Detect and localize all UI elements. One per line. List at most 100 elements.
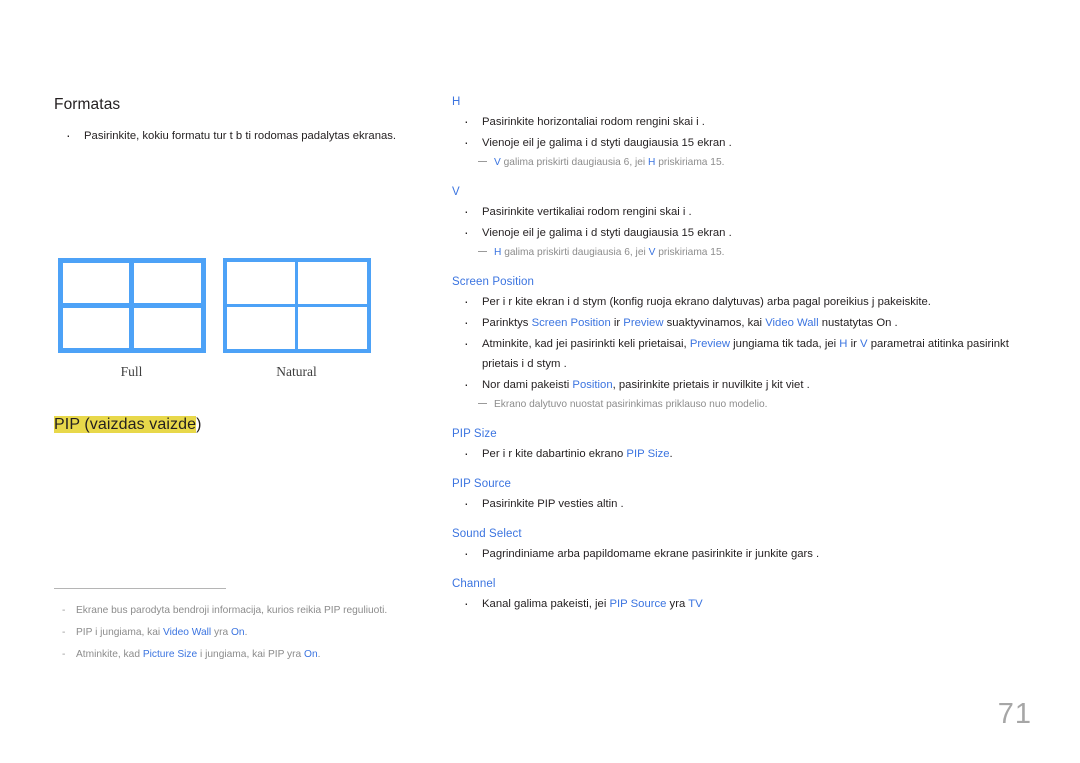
text-run: suaktyvinamos, kai: [663, 317, 766, 329]
text-run: priskiriama 15.: [655, 247, 725, 258]
text-run[interactable]: PIP Size: [626, 448, 669, 460]
footnote-divider: [54, 588, 226, 589]
screen-cell: [298, 262, 367, 304]
text-run[interactable]: Video Wall: [765, 317, 818, 329]
screen-cell: [298, 307, 367, 349]
sub-note: Ekrano dalytuvo nuostat pasirinkimas pri…: [452, 396, 1038, 414]
section-heading[interactable]: Channel: [452, 578, 1038, 590]
text-run: PIP i jungiama, kai: [76, 627, 164, 638]
text-run[interactable]: Preview: [690, 338, 730, 350]
screen-cell: [134, 308, 201, 348]
footnote-list: Ekrane bus parodyta bendroji informacija…: [54, 600, 394, 666]
section-heading[interactable]: H: [452, 96, 1038, 108]
text-run: Ekrano dalytuvo nuostat pasirinkimas pri…: [494, 399, 768, 410]
text-run: yra: [666, 598, 689, 610]
text-run[interactable]: Screen Position: [532, 317, 611, 329]
diagram-full: Full: [54, 258, 209, 380]
screen-cell: [226, 262, 295, 304]
bullet-item: Pagrindiniame arba papildomame ekrane pa…: [452, 543, 1038, 564]
text-run[interactable]: Video Wall: [163, 627, 211, 638]
section-heading[interactable]: Sound Select: [452, 528, 1038, 540]
bullet-item: Vienoje eil je galima i d styti daugiaus…: [452, 222, 1038, 243]
text-run: nustatytas On .: [818, 317, 898, 329]
format-bullet-list: Pasirinkite, kokiu formatu tur t b ti ro…: [54, 125, 434, 146]
text-run[interactable]: Picture Size: [143, 649, 197, 660]
text-run: galima priskirti daugiausia 6, jei: [500, 157, 649, 168]
text-run: Kanal galima pakeisti, jei: [482, 598, 610, 610]
bullet-item: Pasirinkite horizontaliai rodom rengini …: [452, 111, 1038, 132]
text-run[interactable]: On: [231, 627, 245, 638]
pip-section-heading: PIP (vaizdas vaizde): [54, 414, 202, 436]
text-run: Per i r kite ekran i d stym (konfig ruoj…: [482, 296, 931, 308]
diagram-caption: Full: [120, 364, 143, 379]
bullet-item: Atminkite, kad jei pasirinkti keli priet…: [452, 333, 1038, 374]
pip-heading-tail: ): [196, 416, 202, 433]
bullet-list: Per i r kite ekran i d stym (konfig ruoj…: [452, 291, 1038, 395]
footnote-item: Atminkite, kad Picture Size i jungiama, …: [54, 644, 394, 666]
screen-format-diagrams: Full Natural: [54, 258, 374, 380]
text-run: Per i r kite dabartinio ekrano: [482, 448, 627, 460]
pip-heading-highlight: PIP (vaizdas vaizde: [54, 416, 197, 433]
text-run[interactable]: TV: [688, 598, 702, 610]
page-number: 71: [997, 698, 1032, 730]
footnote-block: Ekrane bus parodyta bendroji informacija…: [54, 588, 394, 666]
footnote-item: Ekrane bus parodyta bendroji informacija…: [54, 600, 394, 622]
screen-cell: [226, 307, 295, 349]
bullet-item: Pasirinkite vertikaliai rodom rengini sk…: [452, 201, 1038, 222]
text-run: ir: [847, 338, 861, 350]
right-column: H Pasirinkite horizontaliai rodom rengini…: [452, 96, 1038, 615]
screen-cell: [134, 263, 201, 303]
bullet-item: Vienoje eil je galima i d styti daugiaus…: [452, 132, 1038, 153]
text-run: .: [244, 627, 248, 638]
bullet-item: Per i r kite dabartinio ekrano PIP Size.: [452, 443, 1038, 464]
text-run: , pasirinkite prietais ir nuvilkite j ki…: [612, 379, 810, 391]
left-column: Formatas Pasirinkite, kokiu formatu tur …: [54, 96, 434, 147]
text-run: i jungiama, kai PIP yra: [197, 649, 305, 660]
footnote-item: PIP i jungiama, kai Video Wall yra On.: [54, 622, 394, 644]
screen-cell: [62, 263, 129, 303]
section-heading[interactable]: Screen Position: [452, 276, 1038, 288]
bullet-item: Parinktys Screen Position ir Preview sua…: [452, 312, 1038, 333]
text-run: galima priskirti daugiausia 6, jei: [501, 247, 649, 258]
sub-note: H galima priskirti daugiausia 6, jei V p…: [452, 244, 1038, 262]
text-run: Parinktys: [482, 317, 532, 329]
bullet-list: Kanal galima pakeisti, jei PIP Source yr…: [452, 593, 1038, 614]
screen-cell: [62, 308, 129, 348]
text-run: yra: [211, 627, 231, 638]
text-run: Nor dami pakeisti: [482, 379, 573, 391]
text-run[interactable]: V: [494, 157, 501, 168]
bullet-list: Pasirinkite PIP vesties altin .: [452, 493, 1038, 514]
manual-page: Formatas Pasirinkite, kokiu formatu tur …: [0, 0, 1080, 763]
bullet-item: Pasirinkite PIP vesties altin .: [452, 493, 1038, 514]
bullet-list: Per i r kite dabartinio ekrano PIP Size.: [452, 443, 1038, 464]
text-run[interactable]: PIP Source: [609, 598, 666, 610]
bullet-list: Pasirinkite vertikaliai rodom rengini sk…: [452, 201, 1038, 243]
text-run[interactable]: Preview: [623, 317, 663, 329]
text-run: Ekrane bus parodyta bendroji informacija…: [76, 605, 388, 616]
format-heading: Formatas: [54, 96, 121, 113]
text-run: .: [669, 448, 673, 460]
section-heading[interactable]: PIP Source: [452, 478, 1038, 490]
bullet-list: Pasirinkite horizontaliai rodom rengini …: [452, 111, 1038, 153]
text-run: Atminkite, kad jei pasirinkti keli priet…: [482, 338, 690, 350]
sub-note: V galima priskirti daugiausia 6, jei H p…: [452, 154, 1038, 172]
diagram-caption: Natural: [276, 364, 317, 379]
bullet-item: Nor dami pakeisti Position, pasirinkite …: [452, 374, 1038, 395]
text-run: .: [317, 649, 321, 660]
split-screen-preview: [57, 258, 206, 353]
bullet-item: Kanal galima pakeisti, jei PIP Source yr…: [452, 593, 1038, 614]
bullet-list: Pagrindiniame arba papildomame ekrane pa…: [452, 543, 1038, 564]
section-heading[interactable]: V: [452, 186, 1038, 198]
text-run: ir: [610, 317, 624, 329]
section-heading[interactable]: PIP Size: [452, 428, 1038, 440]
text-run: Atminkite, kad: [76, 649, 143, 660]
text-run: jungiama tik tada, jei: [730, 338, 840, 350]
diagram-natural: Natural: [219, 258, 374, 380]
text-run[interactable]: On: [304, 649, 318, 660]
bullet-item: Pasirinkite, kokiu formatu tur t b ti ro…: [54, 125, 434, 146]
text-run[interactable]: Position: [572, 379, 612, 391]
text-run: priskiriama 15.: [655, 157, 725, 168]
text-run[interactable]: V: [860, 338, 868, 350]
bullet-item: Per i r kite ekran i d stym (konfig ruoj…: [452, 291, 1038, 312]
split-screen-preview: [222, 258, 371, 353]
